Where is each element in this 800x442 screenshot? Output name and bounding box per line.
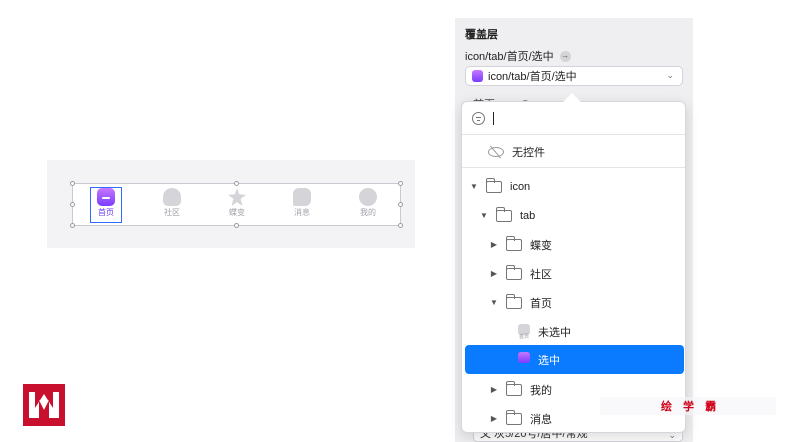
component-thumb-icon bbox=[472, 70, 483, 82]
home-icon bbox=[97, 188, 115, 206]
resize-handle[interactable] bbox=[70, 223, 75, 228]
tree-item-community[interactable]: ▶ 社区 bbox=[462, 259, 685, 288]
tree-item-tab[interactable]: ▼ tab bbox=[462, 201, 685, 230]
tab-label: 我的 bbox=[360, 208, 376, 217]
tree-item-label: 选中 bbox=[538, 354, 560, 367]
tree-item-label: 我的 bbox=[530, 384, 552, 397]
resize-handle[interactable] bbox=[70, 181, 75, 186]
search-input[interactable] bbox=[493, 111, 494, 125]
component-thumb-icon: 首页 bbox=[518, 323, 530, 340]
folder-icon bbox=[506, 293, 522, 309]
triangle-down-icon[interactable]: ▼ bbox=[478, 211, 490, 220]
tree-item-label: icon bbox=[510, 180, 531, 193]
folder-icon bbox=[506, 235, 522, 251]
w-logo-icon bbox=[29, 392, 59, 418]
tab-profile[interactable]: 我的 bbox=[353, 188, 383, 222]
brand-watermark: 绘 学 霸 bbox=[661, 401, 721, 413]
tree-item-label: 蝶变 bbox=[530, 239, 552, 252]
section-title: 覆盖层 bbox=[465, 29, 498, 41]
resize-handle[interactable] bbox=[70, 202, 75, 207]
folder-icon bbox=[506, 409, 522, 425]
overlay-path-text: icon/tab/首页/选中 bbox=[465, 51, 554, 63]
tree-item-label: tab bbox=[520, 209, 536, 222]
eye-off-icon bbox=[488, 146, 504, 157]
tab-label: 消息 bbox=[294, 208, 310, 217]
tree-item-selected[interactable]: 选中 bbox=[465, 345, 684, 374]
tree-item-label: 未选中 bbox=[538, 326, 571, 339]
tab-community[interactable]: 社区 bbox=[157, 188, 187, 222]
cloud-icon bbox=[163, 188, 181, 206]
tree-item-label: 社区 bbox=[530, 268, 552, 281]
resize-handle[interactable] bbox=[398, 223, 403, 228]
tab-label: 首页 bbox=[98, 208, 114, 217]
no-control-label: 无控件 bbox=[512, 146, 545, 159]
face-icon bbox=[359, 188, 377, 206]
message-icon bbox=[293, 188, 311, 206]
tree-item-label: 首页 bbox=[530, 297, 552, 310]
tab-home[interactable]: 首页 bbox=[90, 187, 122, 223]
thumb-caption: 首页 bbox=[518, 333, 529, 340]
chevron-down-icon: ⌄ bbox=[666, 70, 674, 80]
tree-item-home[interactable]: ▼ 首页 bbox=[462, 288, 685, 317]
no-control-option[interactable]: 无控件 bbox=[462, 136, 685, 168]
folder-icon bbox=[506, 380, 522, 396]
triangle-right-icon[interactable]: ▶ bbox=[488, 414, 500, 423]
resize-handle[interactable] bbox=[234, 181, 239, 186]
tree-item-transform[interactable]: ▶ 蝶变 bbox=[462, 230, 685, 259]
folder-icon bbox=[496, 206, 512, 222]
triangle-down-icon[interactable]: ▼ bbox=[488, 298, 500, 307]
tree-item-label: 消息 bbox=[530, 413, 552, 426]
component-picker-popover[interactable]: 无控件 ▼ icon ▼ tab ▶ 蝶变 ▶ 社区 ▼ 首页 首页 未选中 选… bbox=[461, 101, 686, 433]
logo bbox=[23, 384, 65, 426]
triangle-right-icon[interactable]: ▶ bbox=[488, 240, 500, 249]
design-canvas: 首页 社区 蝶变 消息 我的 覆盖层 icon/tab/首页/选中 → icon… bbox=[0, 0, 800, 442]
artboard[interactable]: 首页 社区 蝶变 消息 我的 bbox=[47, 160, 415, 248]
overlay-select[interactable]: icon/tab/首页/选中 ⌄ bbox=[465, 66, 683, 86]
star-icon bbox=[228, 188, 246, 206]
component-thumb-icon bbox=[518, 351, 530, 368]
go-arrow-icon[interactable]: → bbox=[559, 50, 571, 62]
filter-icon[interactable] bbox=[472, 111, 485, 125]
folder-icon bbox=[506, 264, 522, 280]
tab-messages[interactable]: 消息 bbox=[287, 188, 317, 222]
tab-label: 社区 bbox=[164, 208, 180, 217]
tree-item-icon[interactable]: ▼ icon bbox=[462, 172, 685, 201]
tree-item-unselected[interactable]: 首页 未选中 bbox=[462, 317, 685, 346]
triangle-right-icon[interactable]: ▶ bbox=[488, 269, 500, 278]
overlay-select-value: icon/tab/首页/选中 bbox=[488, 71, 577, 83]
popover-caret bbox=[563, 93, 581, 102]
folder-icon bbox=[486, 177, 502, 193]
tab-transform[interactable]: 蝶变 bbox=[222, 188, 252, 222]
search-row[interactable] bbox=[462, 102, 685, 135]
resize-handle[interactable] bbox=[398, 202, 403, 207]
overlay-path: icon/tab/首页/选中 → bbox=[465, 48, 571, 64]
triangle-right-icon[interactable]: ▶ bbox=[488, 385, 500, 394]
tabbar-component[interactable]: 首页 社区 蝶变 消息 我的 bbox=[70, 181, 403, 228]
resize-handle[interactable] bbox=[398, 181, 403, 186]
tab-label: 蝶变 bbox=[229, 208, 245, 217]
triangle-down-icon[interactable]: ▼ bbox=[468, 182, 480, 191]
resize-handle[interactable] bbox=[234, 223, 239, 228]
